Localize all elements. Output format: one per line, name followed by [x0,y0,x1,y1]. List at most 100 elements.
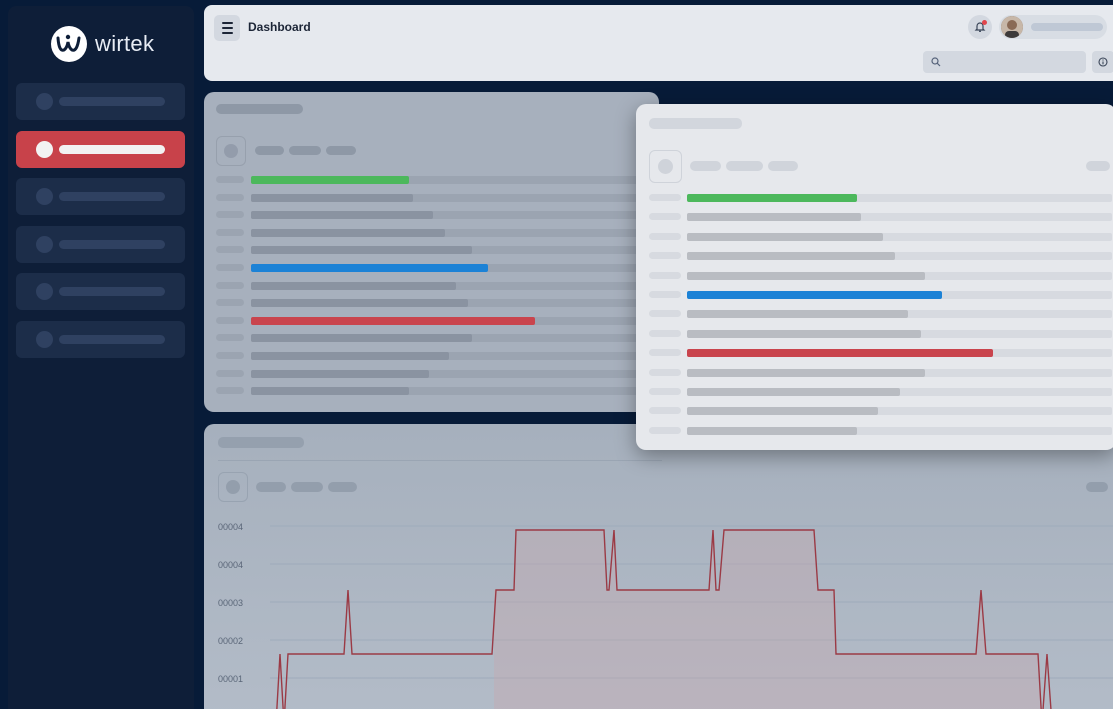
row-bar [687,310,908,319]
row-label-placeholder [216,228,244,236]
row-label-placeholder [649,329,681,337]
avatar [1001,16,1023,38]
bell-icon[interactable] [968,15,992,39]
row-bar [687,271,925,280]
row-bar [251,352,449,360]
list-panel-popup [636,104,1113,450]
sidebar: wirtek [8,6,194,709]
panel-title-placeholder [216,104,303,114]
row-bar [251,228,445,237]
row-bar [251,193,413,202]
row-bar [251,387,409,396]
row-label-placeholder [216,316,244,324]
notification-dot [982,20,987,25]
row-label-placeholder [216,176,244,183]
row-label-placeholder [216,246,244,254]
row-bar [687,368,925,377]
nav-label-placeholder [59,144,165,154]
row-bar [251,334,472,343]
row-label-placeholder [649,368,681,376]
list-panel-background [204,92,659,412]
filter-chip[interactable] [255,146,284,155]
line-chart [270,525,1113,709]
row-bar [251,299,468,308]
row-bar [251,369,429,378]
nav-icon [36,140,53,158]
nav-icon [36,235,53,253]
nav-label-placeholder [59,334,165,344]
row-bar [687,194,857,202]
row-label-placeholder [649,426,681,434]
row-label-placeholder [216,211,244,219]
filter-chip[interactable] [690,161,721,171]
row-label-placeholder [649,407,681,415]
search-icon [931,57,941,67]
info-icon[interactable] [1092,51,1113,73]
row-label-placeholder [216,264,244,271]
row-bar [687,407,878,416]
row-bar [687,252,895,261]
page-title: Dashboard [248,20,311,34]
row-label-placeholder [649,388,681,395]
panel-icon [216,136,246,166]
brand-name: wirtek [95,31,155,56]
row-bar [687,349,993,358]
area-fill [494,530,1042,709]
nav-icon [36,330,53,348]
user-name-placeholder [1031,23,1103,31]
row-label-placeholder [216,352,244,359]
filter-chip[interactable] [768,161,798,171]
row-label-placeholder [649,291,681,298]
panel-menu-placeholder[interactable] [1086,161,1110,171]
nav-label-placeholder [59,192,165,201]
top-header: Dashboard [204,5,1113,81]
row-label-placeholder [649,310,681,318]
nav-label-placeholder [59,97,165,106]
row-label-placeholder [216,193,244,201]
row-bar [251,281,456,290]
row-bar [251,246,472,255]
row-bar [687,388,900,396]
row-bar [687,329,921,338]
sidebar-nav [16,83,185,368]
panel-icon [649,150,682,183]
logo-mark-icon [51,26,87,62]
row-label-placeholder [649,232,681,240]
row-bar [251,264,488,272]
filter-chip[interactable] [289,146,321,155]
filter-chip[interactable] [726,161,763,171]
row-label-placeholder [649,271,681,279]
menu-icon[interactable] [214,15,240,41]
sidebar-item-1[interactable] [16,83,185,120]
row-label-placeholder [216,369,244,377]
row-label-placeholder [649,194,681,201]
row-label-placeholder [216,281,244,289]
sidebar-item-2-active[interactable] [16,130,185,168]
sidebar-item-5[interactable] [16,273,185,310]
brand-logo[interactable]: wirtek [51,26,154,62]
row-bar [251,211,433,220]
filter-chip[interactable] [326,146,356,155]
row-label-placeholder [216,387,244,395]
row-label-placeholder [216,299,244,307]
nav-icon [36,283,53,300]
row-bar [251,316,535,325]
row-bar [687,426,857,435]
nav-icon [36,188,53,205]
sidebar-item-6[interactable] [16,320,185,358]
panel-title-placeholder [649,118,742,129]
row-label-placeholder [216,334,244,342]
nav-icon [36,93,53,110]
row-label-placeholder [649,213,681,221]
row-bar [251,176,409,184]
sidebar-item-3[interactable] [16,178,185,215]
search-input[interactable] [923,51,1086,73]
user-menu[interactable] [999,15,1107,39]
row-label-placeholder [649,349,681,357]
row-bar [687,232,883,241]
nav-label-placeholder [59,239,165,249]
row-bar [687,291,942,299]
nav-label-placeholder [59,287,165,296]
chart-panel: 00004 00004 00003 00002 00001 [204,424,1113,709]
sidebar-item-4[interactable] [16,225,185,263]
